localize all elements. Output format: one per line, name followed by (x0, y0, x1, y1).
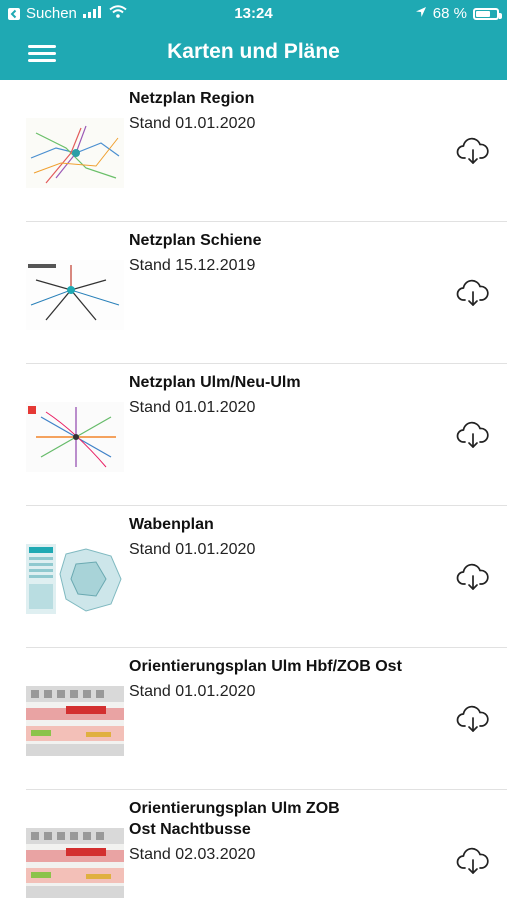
nav-header: Karten und Pläne (0, 28, 507, 80)
cloud-download-icon[interactable] (456, 846, 490, 876)
map-thumbnail (26, 544, 124, 614)
map-thumbnail (26, 828, 124, 898)
cloud-download-icon[interactable] (456, 562, 490, 592)
list-item-4[interactable]: Wabenplan Stand 01.01.2020 (0, 506, 507, 648)
map-thumbnail (26, 260, 124, 330)
list-item-1[interactable]: Netzplan Region Stand 01.01.2020 (0, 80, 507, 222)
top-bar: Suchen 13:24 68 % Karten und Pläne (0, 0, 507, 80)
list-item-2[interactable]: Netzplan Schiene Stand 15.12.2019 (0, 222, 507, 364)
item-date: Stand 01.01.2020 (129, 115, 256, 132)
item-date: Stand 01.01.2020 (129, 541, 256, 558)
item-date: Stand 15.12.2019 (129, 257, 256, 274)
list-item-6[interactable]: Orientierungsplan Ulm ZOB Ost Nachtbusse… (0, 790, 507, 900)
cloud-download-icon[interactable] (456, 420, 490, 450)
list-item-5[interactable]: Orientierungsplan Ulm Hbf/ZOB Ost Stand … (0, 648, 507, 790)
item-title: Netzplan Ulm/Neu-Ulm (129, 374, 301, 391)
item-date: Stand 01.01.2020 (129, 399, 256, 416)
maps-list: Netzplan Region Stand 01.01.2020 Netzpla… (0, 80, 507, 900)
page-title: Karten und Pläne (167, 40, 340, 63)
status-right: 68 % (415, 0, 502, 28)
cloud-download-icon[interactable] (456, 136, 490, 166)
item-date: Stand 02.03.2020 (129, 846, 256, 863)
item-title: Wabenplan (129, 516, 214, 533)
map-thumbnail (26, 402, 124, 472)
item-title: Netzplan Schiene (129, 232, 262, 249)
item-title: Netzplan Region (129, 90, 255, 107)
item-date: Stand 01.01.2020 (129, 683, 256, 700)
map-thumbnail (26, 118, 124, 188)
status-bar: Suchen 13:24 68 % (0, 0, 507, 28)
list-item-3[interactable]: Netzplan Ulm/Neu-Ulm Stand 01.01.2020 (0, 364, 507, 506)
item-title: Orientierungsplan Ulm ZOB Ost Nachtbusse (129, 800, 340, 838)
battery-icon (473, 8, 502, 20)
item-title: Orientierungsplan Ulm Hbf/ZOB Ost (129, 658, 402, 675)
battery-percent: 68 % (432, 5, 467, 22)
app-screen: Suchen 13:24 68 % Karten und Pläne Netzp… (0, 0, 507, 900)
cloud-download-icon[interactable] (456, 278, 490, 308)
location-arrow-icon (415, 0, 427, 28)
map-thumbnail (26, 686, 124, 756)
cloud-download-icon[interactable] (456, 704, 490, 734)
